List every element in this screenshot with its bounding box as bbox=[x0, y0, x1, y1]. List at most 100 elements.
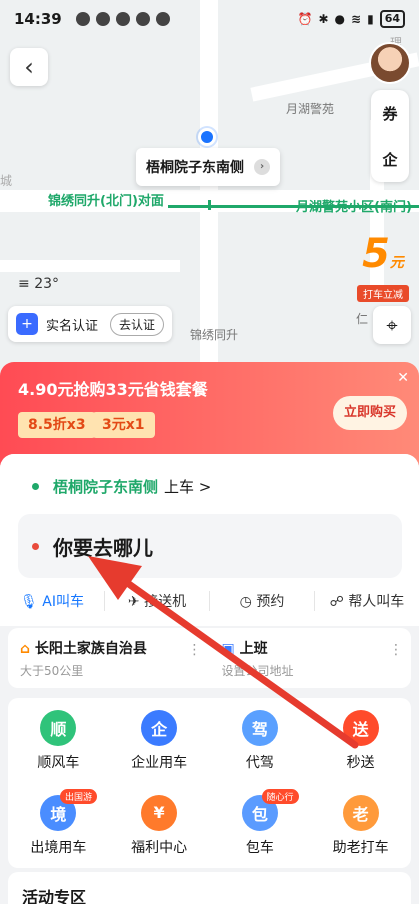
briefcase-icon: ▣ bbox=[221, 641, 240, 657]
tool-stack: 券 企 bbox=[371, 90, 409, 182]
address-name: 上班 bbox=[239, 641, 268, 657]
plane-icon: ✈ bbox=[127, 594, 145, 610]
service-badge: 出国游 bbox=[60, 789, 98, 804]
address-name: 长阳土家族自治县 bbox=[34, 641, 147, 657]
ride-discount-promo[interactable]: 5元 打车立减 bbox=[357, 231, 409, 302]
enterprise-icon: 企 bbox=[141, 709, 178, 746]
tab-label: AI叫车 bbox=[42, 594, 84, 610]
destination-dot-icon bbox=[32, 542, 39, 550]
service-charter[interactable]: 随心行包包车 bbox=[210, 783, 311, 868]
buy-now-button[interactable]: 立即购买 bbox=[333, 396, 407, 430]
tab-label: 接送机 bbox=[144, 594, 187, 610]
address-item[interactable]: ⌂ 长阳土家族自治县 大于50公里 ⋮ bbox=[8, 628, 210, 688]
map-poi-label[interactable]: 仁 bbox=[356, 310, 368, 327]
map-road bbox=[200, 0, 218, 380]
tab-ai-ride[interactable]: 🎙 AI叫车 bbox=[0, 591, 104, 611]
trip-card: 梧桐院子东南侧 上车 > 你要去哪儿 🎙 AI叫车 ✈ 接送机 ◷ 预约 ☍ 帮… bbox=[0, 454, 419, 626]
weather-indicator: ≡ 23° bbox=[18, 276, 59, 292]
address-sub: 设置公司地址 bbox=[221, 664, 294, 678]
menu-lines-icon: ≡ bbox=[18, 276, 30, 292]
pickup-pin-text: 梧桐院子东南侧 bbox=[146, 160, 244, 176]
saved-addresses: ⌂ 长阳土家族自治县 大于50公里 ⋮ ▣ 上班 设置公司地址 ⋮ bbox=[8, 628, 411, 688]
tab-airport[interactable]: ✈ 接送机 bbox=[104, 591, 209, 611]
nfc-icon bbox=[156, 12, 170, 26]
avatar[interactable] bbox=[369, 42, 411, 84]
map-road-label: 城 bbox=[0, 174, 13, 188]
locate-me-button[interactable]: ⌖ bbox=[373, 306, 411, 344]
promo-unit: 元 bbox=[389, 255, 404, 271]
map-view[interactable]: 锦绣同升(北门)对面 月湖警苑小区(南门) 月湖警苑 锦绣同升 仁 理 城 梧桐… bbox=[0, 0, 419, 380]
tab-ride-for-others[interactable]: ☍ 帮人叫车 bbox=[314, 591, 419, 611]
pickup-pin-label[interactable]: 梧桐院子东南侧 › bbox=[136, 148, 280, 186]
service-overseas[interactable]: 出国游境出境用车 bbox=[8, 783, 109, 868]
service-hitch[interactable]: 顺顺风车 bbox=[8, 698, 109, 783]
handshake-icon: ☍ bbox=[329, 594, 349, 610]
service-label: 秒送 bbox=[346, 754, 375, 771]
service-delivery[interactable]: 送秒送 bbox=[310, 698, 411, 783]
enterprise-button[interactable]: 企 bbox=[371, 136, 409, 182]
notification-icon bbox=[136, 12, 150, 26]
address-sub: 大于50公里 bbox=[20, 664, 84, 678]
back-button[interactable]: ‹ bbox=[10, 48, 48, 86]
wifi-icon: ≋ bbox=[351, 12, 362, 26]
service-elderly[interactable]: 老助老打车 bbox=[310, 783, 411, 868]
elderly-icon: 老 bbox=[342, 794, 379, 831]
status-bar: 14:39 ⏰ ✱ ● ≋ ▮ 64 bbox=[0, 0, 419, 38]
more-icon[interactable]: ⋮ bbox=[389, 642, 403, 658]
map-road bbox=[0, 260, 180, 272]
map-toolbar: 券 企 bbox=[369, 42, 411, 182]
destination-input[interactable]: 你要去哪儿 bbox=[18, 514, 402, 578]
verify-button[interactable]: 去认证 bbox=[110, 312, 165, 336]
coupon-tag: 8.5折x3 bbox=[18, 412, 96, 438]
clock-icon: ◷ bbox=[239, 594, 257, 610]
chevron-right-icon: › bbox=[254, 159, 270, 175]
real-name-verify-banner[interactable]: + 实名认证 去认证 bbox=[8, 306, 173, 342]
map-poi-bus-stop[interactable]: 锦绣同升(北门)对面 bbox=[48, 190, 164, 209]
notification-icon bbox=[116, 12, 130, 26]
coupon-tag: 3元x1 bbox=[92, 412, 155, 438]
activity-section-title: 活动专区 bbox=[8, 872, 411, 904]
driver-icon: 驾 bbox=[241, 709, 278, 746]
tab-schedule[interactable]: ◷ 预约 bbox=[209, 591, 314, 611]
service-label: 企业用车 bbox=[131, 754, 188, 771]
chevron-left-icon: ‹ bbox=[24, 53, 34, 81]
location-icon: ● bbox=[334, 12, 346, 26]
ticket-icon: 券 bbox=[382, 104, 398, 123]
pickup-suffix: 上车 > bbox=[164, 478, 212, 496]
status-time: 14:39 bbox=[14, 10, 62, 28]
tab-label: 预约 bbox=[256, 594, 285, 610]
pickup-row[interactable]: 梧桐院子东南侧 上车 > bbox=[32, 476, 211, 497]
promo-title: 4.90元抢购33元省钱套餐 bbox=[18, 380, 208, 399]
tab-label: 帮人叫车 bbox=[348, 594, 405, 610]
service-label: 福利中心 bbox=[131, 839, 188, 856]
destination-placeholder: 你要去哪儿 bbox=[53, 535, 153, 560]
service-badge: 随心行 bbox=[261, 789, 299, 804]
pickup-dot-icon bbox=[32, 483, 39, 490]
map-poi-label[interactable]: 锦绣同升 bbox=[190, 326, 238, 343]
service-designated-driver[interactable]: 驾代驾 bbox=[210, 698, 311, 783]
map-poi-label[interactable]: 月湖警苑 bbox=[286, 100, 334, 117]
signal-icon: ▮ bbox=[367, 12, 374, 26]
services-grid: 顺顺风车 企企业用车 驾代驾 送秒送 出国游境出境用车 ¥ 福利中心 随心行包包车… bbox=[8, 698, 411, 868]
service-label: 助老打车 bbox=[332, 839, 389, 856]
service-enterprise[interactable]: 企企业用车 bbox=[109, 698, 210, 783]
alarm-icon: ⏰ bbox=[297, 12, 313, 26]
enterprise-icon: 企 bbox=[382, 150, 398, 169]
promo-amount: 5 bbox=[362, 231, 390, 277]
ride-mode-tabs: 🎙 AI叫车 ✈ 接送机 ◷ 预约 ☍ 帮人叫车 bbox=[0, 584, 419, 618]
hitch-icon: 顺 bbox=[40, 709, 77, 746]
more-icon[interactable]: ⋮ bbox=[188, 642, 202, 658]
battery-indicator: 64 bbox=[379, 10, 405, 28]
crosshair-icon: ⌖ bbox=[386, 313, 398, 337]
pickup-pin[interactable] bbox=[198, 128, 216, 146]
notification-icon bbox=[76, 12, 90, 26]
map-poi-bus-stop[interactable]: 月湖警苑小区(南门) bbox=[296, 196, 412, 215]
bluetooth-icon: ✱ bbox=[318, 12, 329, 26]
close-icon[interactable]: ✕ bbox=[397, 370, 409, 386]
shield-icon: + bbox=[16, 313, 38, 335]
home-icon: ⌂ bbox=[20, 641, 35, 657]
service-welfare[interactable]: ¥ 福利中心 bbox=[109, 783, 210, 868]
address-item[interactable]: ▣ 上班 设置公司地址 ⋮ bbox=[210, 628, 412, 688]
coupon-button[interactable]: 券 bbox=[371, 90, 409, 136]
microphone-icon: 🎙 bbox=[20, 594, 43, 610]
